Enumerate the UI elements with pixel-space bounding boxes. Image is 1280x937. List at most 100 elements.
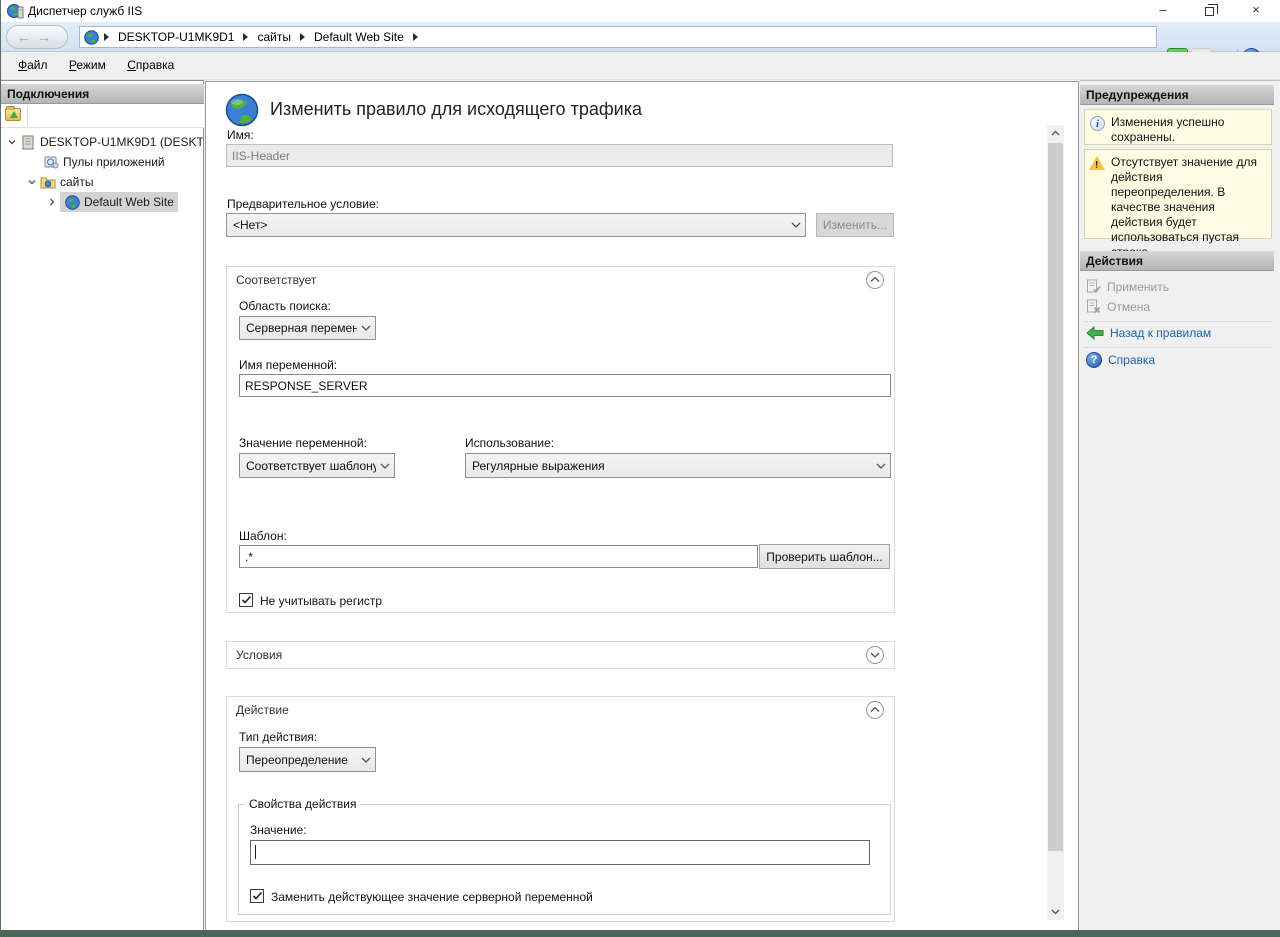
scope-select[interactable]: Серверная переменн — [239, 316, 376, 340]
match-section: Соответствует Область поиска: Серверная … — [226, 266, 895, 613]
tree-item-server[interactable]: DESKTOP-U1MK9D1 (DESKTOP — [1, 132, 203, 152]
menu-view[interactable]: Режим — [60, 52, 115, 77]
connections-toolbar — [1, 104, 204, 128]
menu-help[interactable]: Справка — [118, 52, 183, 77]
selected-tree-item[interactable]: Default Web Site — [60, 192, 178, 212]
help-link[interactable]: Справка — [1108, 353, 1155, 367]
variable-value-label: Значение переменной: — [239, 436, 367, 450]
back-to-rules-action[interactable]: Назад к правилам — [1086, 326, 1211, 340]
tree-item-sites[interactable]: сайты — [1, 172, 203, 192]
change-button-label: Изменить... — [823, 218, 887, 232]
actions-separator — [1084, 347, 1272, 348]
breadcrumb-arrow-icon[interactable] — [300, 33, 305, 41]
value-input[interactable] — [250, 840, 870, 865]
tree-item-app-pools[interactable]: Пулы приложений — [1, 152, 203, 172]
scope-value: Серверная переменн — [246, 321, 357, 335]
action-section: Действие Тип действия: Переопределение С… — [226, 696, 895, 922]
help-action[interactable]: ? Справка — [1086, 352, 1155, 368]
iis-manager-window: Диспетчер служб IIS – × ←→ DESKTOP-U1MK9… — [0, 0, 1280, 937]
chevron-down-icon — [380, 462, 390, 470]
scope-label: Область поиска: — [239, 299, 331, 313]
cancel-label: Отмена — [1107, 300, 1150, 314]
warning-message-box: Отсутствует значение для действия переоп… — [1084, 149, 1272, 239]
tree-item-label: Default Web Site — [84, 195, 174, 209]
window-bottom-border — [1, 930, 1280, 937]
warnings-header: Предупреждения — [1080, 85, 1274, 105]
save-connection-icon[interactable] — [5, 108, 21, 121]
back-icon[interactable]: ← — [17, 29, 37, 45]
tree-item-default-web-site[interactable]: Default Web Site — [1, 192, 203, 212]
action-type-select[interactable]: Переопределение — [239, 747, 376, 772]
precondition-label: Предварительное условие: — [227, 197, 379, 211]
precondition-value: <Нет> — [233, 218, 787, 232]
breadcrumb-arrow-icon[interactable] — [413, 33, 418, 41]
breadcrumb-arrow-icon[interactable] — [243, 33, 248, 41]
precondition-select[interactable]: <Нет> — [226, 213, 806, 237]
breadcrumb[interactable]: DESKTOP-U1MK9D1 сайты Default Web Site — [79, 26, 1157, 48]
breadcrumb-arrow-icon — [104, 33, 109, 41]
breadcrumb-sites[interactable]: сайты — [257, 30, 291, 44]
collapse-button[interactable] — [866, 271, 884, 289]
variable-value: Соответствует шаблону — [246, 459, 376, 473]
forward-icon[interactable]: → — [37, 29, 57, 45]
title-bar: Диспетчер служб IIS – × — [1, 0, 1280, 22]
breadcrumb-site[interactable]: Default Web Site — [314, 30, 404, 44]
breadcrumb-server[interactable]: DESKTOP-U1MK9D1 — [118, 30, 234, 44]
scrollbar-thumb[interactable] — [1048, 143, 1063, 851]
change-button: Изменить... — [816, 213, 894, 237]
menu-file[interactable]: Файл — [9, 52, 57, 77]
expand-button[interactable] — [866, 646, 884, 664]
apply-icon — [1086, 279, 1101, 294]
restore-button[interactable] — [1192, 0, 1226, 22]
pattern-label: Шаблон: — [239, 529, 287, 543]
match-section-title: Соответствует — [236, 273, 316, 287]
sites-folder-icon — [40, 174, 56, 190]
scroll-down-icon — [1051, 908, 1060, 915]
back-to-rules-link[interactable]: Назад к правилам — [1110, 326, 1211, 340]
back-forward-buttons[interactable]: ←→ — [6, 25, 68, 49]
scroll-up-button[interactable] — [1047, 125, 1064, 142]
actions-separator — [1084, 321, 1272, 322]
right-panel: Предупреждения i Изменения успешно сохра… — [1080, 80, 1280, 931]
variable-value-select[interactable]: Соответствует шаблону — [239, 453, 395, 478]
globe-icon — [84, 30, 99, 45]
pattern-input[interactable] — [239, 545, 758, 568]
connections-header: Подключения — [1, 84, 204, 104]
cancel-action: Отмена — [1086, 299, 1150, 314]
chevron-down-icon — [361, 324, 371, 332]
name-input — [226, 144, 893, 167]
conditions-section: Условия — [226, 641, 895, 669]
minimize-button[interactable]: – — [1146, 0, 1180, 22]
replace-checkbox[interactable] — [250, 889, 264, 903]
variable-name-input[interactable] — [239, 374, 891, 397]
chevron-down-icon[interactable] — [27, 177, 37, 187]
chevron-down-icon[interactable] — [7, 137, 17, 147]
test-pattern-button-label: Проверить шаблон... — [766, 550, 882, 564]
usage-value: Регулярные выражения — [472, 459, 872, 473]
toolbar-separator — [27, 107, 28, 125]
collapse-button[interactable] — [866, 701, 884, 719]
chevron-down-icon — [870, 651, 880, 659]
info-message: Изменения успешно сохранены. — [1111, 115, 1224, 144]
scroll-up-icon — [1051, 130, 1060, 137]
main-content: Изменить правило для исходящего трафика … — [205, 81, 1079, 931]
vertical-scrollbar[interactable] — [1047, 125, 1064, 920]
scroll-down-button[interactable] — [1047, 903, 1064, 920]
apply-action: Применить — [1086, 279, 1169, 294]
chevron-up-icon — [870, 276, 880, 284]
chevron-right-icon[interactable] — [47, 197, 57, 207]
usage-select[interactable]: Регулярные выражения — [465, 453, 891, 478]
ignore-case-checkbox[interactable] — [239, 593, 253, 607]
text-caret — [255, 845, 256, 859]
replace-label: Заменить действующее значение серверной … — [271, 890, 593, 904]
variable-name-label: Имя переменной: — [239, 358, 337, 372]
ignore-case-label: Не учитывать регистр — [260, 594, 382, 608]
chevron-up-icon — [870, 706, 880, 714]
server-icon — [20, 134, 36, 150]
close-button[interactable]: × — [1239, 0, 1273, 22]
test-pattern-button[interactable]: Проверить шаблон... — [759, 544, 890, 569]
actions-header: Действия — [1080, 251, 1274, 271]
chevron-down-icon — [361, 756, 371, 764]
application-pools-icon — [43, 154, 59, 170]
back-arrow-icon — [1086, 326, 1104, 340]
